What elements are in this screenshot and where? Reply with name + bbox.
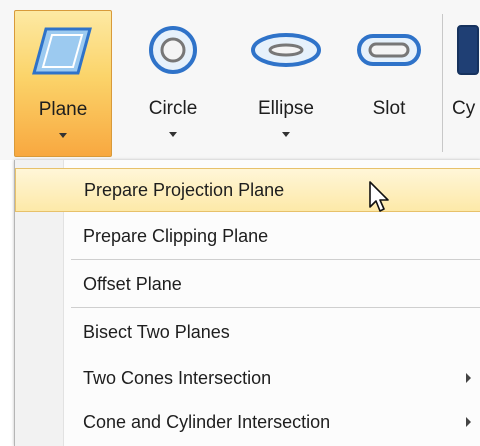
- menu-item-label: Prepare Projection Plane: [84, 179, 285, 200]
- submenu-arrow-icon: [466, 373, 471, 383]
- plane-icon: [30, 11, 96, 91]
- menu-item-label: Prepare Clipping Plane: [83, 225, 269, 246]
- circle-button[interactable]: Circle: [128, 10, 218, 155]
- slot-label: Slot: [372, 98, 406, 119]
- chevron-down-icon: [282, 132, 290, 137]
- menu-item-prepare-clipping-plane[interactable]: Prepare Clipping Plane: [15, 214, 480, 258]
- plane-label: Plane: [38, 99, 88, 120]
- chevron-down-icon: [169, 132, 177, 137]
- menu-item-cone-and-cylinder-intersection[interactable]: Cone and Cylinder Intersection: [15, 400, 480, 444]
- circle-icon: [145, 10, 201, 90]
- menu-item-offset-plane[interactable]: Offset Plane: [15, 262, 480, 306]
- cylinder-label: Cy: [452, 98, 476, 119]
- mouse-pointer-icon: [368, 180, 392, 221]
- cylinder-button[interactable]: Cy: [452, 10, 480, 155]
- ellipse-button[interactable]: Ellipse: [236, 10, 336, 155]
- menu-item-label: Offset Plane: [83, 273, 182, 294]
- circle-label: Circle: [148, 98, 198, 119]
- ribbon-separator: [442, 14, 443, 152]
- menu-separator: [71, 307, 480, 308]
- plane-dropdown-menu: Prepare Projection Plane Prepare Clippin…: [14, 160, 480, 446]
- submenu-arrow-icon: [466, 417, 471, 427]
- ribbon-toolbar: Plane Circle Ellipse Slot Cy: [0, 0, 480, 160]
- chevron-down-icon: [59, 133, 67, 138]
- slot-button[interactable]: Slot: [350, 10, 428, 155]
- menu-item-two-cones-intersection[interactable]: Two Cones Intersection: [15, 356, 480, 400]
- menu-item-prepare-projection-plane[interactable]: Prepare Projection Plane: [15, 168, 480, 212]
- menu-item-label: Bisect Two Planes: [83, 321, 230, 342]
- ellipse-icon: [249, 10, 323, 90]
- menu-separator: [71, 259, 480, 260]
- cylinder-icon: [452, 10, 480, 90]
- menu-item-bisect-two-planes[interactable]: Bisect Two Planes: [15, 310, 480, 354]
- ellipse-label: Ellipse: [258, 98, 314, 119]
- menu-item-label: Two Cones Intersection: [83, 367, 272, 388]
- menu-item-label: Cone and Cylinder Intersection: [83, 411, 331, 432]
- slot-icon: [356, 10, 422, 90]
- plane-button[interactable]: Plane: [14, 10, 112, 157]
